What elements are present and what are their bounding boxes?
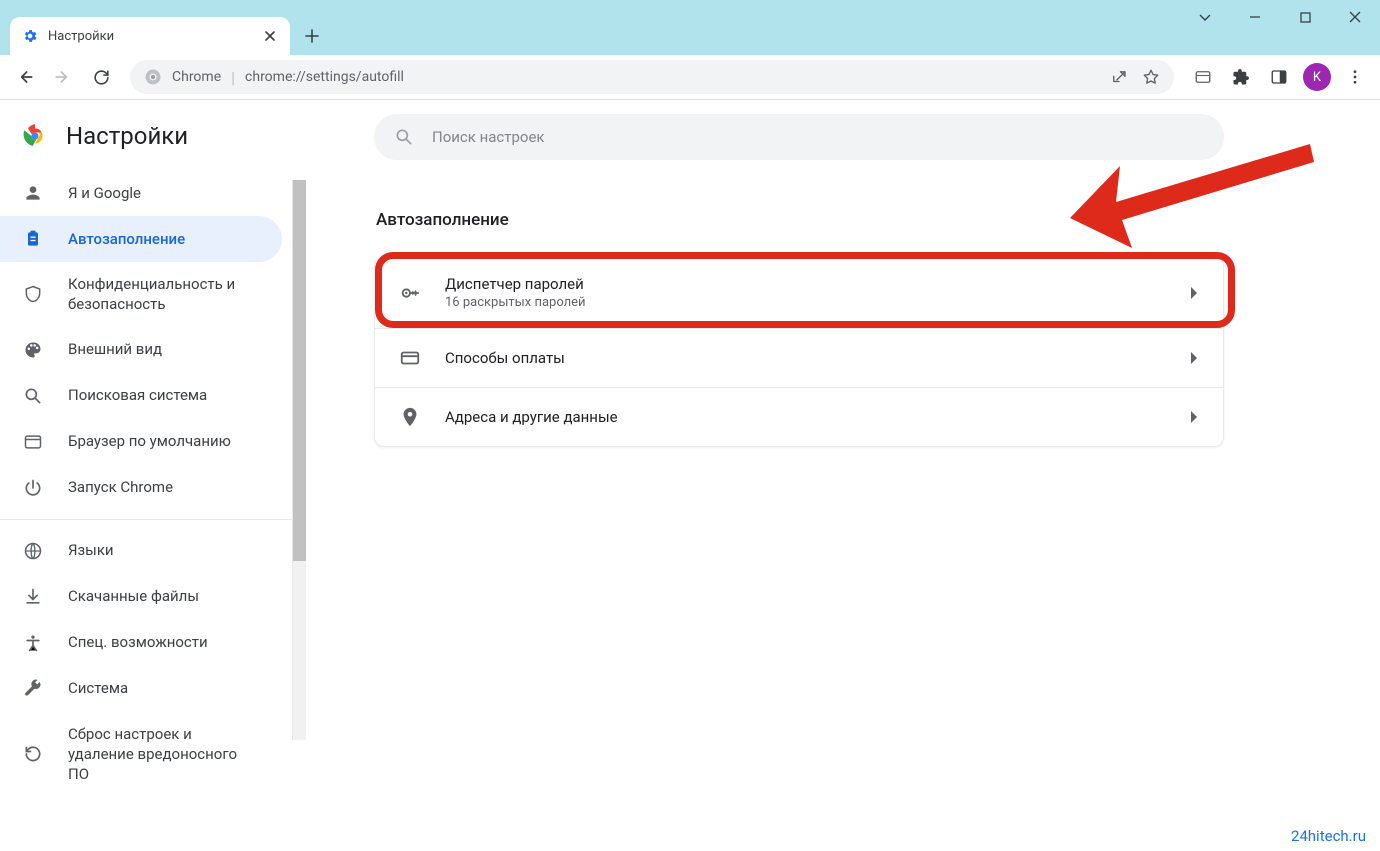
credit-card-icon (399, 347, 421, 369)
extensions-icon[interactable] (1224, 60, 1258, 94)
omnibox-separator: | (231, 68, 235, 87)
wrench-icon (22, 678, 44, 700)
settings-search[interactable] (374, 114, 1224, 160)
location-icon (399, 406, 421, 428)
menu-icon[interactable] (1338, 60, 1372, 94)
sidebar-item-autofill[interactable]: Автозаполнение (0, 216, 282, 262)
sidebar-item-label: Браузер по умолчанию (68, 431, 231, 451)
search-icon (394, 127, 414, 147)
sidebar-item-downloads[interactable]: Скачанные файлы (0, 574, 282, 620)
window-icon (22, 431, 44, 453)
scrollbar-thumb[interactable] (293, 180, 306, 561)
card-row-addresses[interactable]: Адреса и другие данные (375, 387, 1223, 446)
card-row-payments[interactable]: Способы оплаты (375, 328, 1223, 387)
sidebar-item-system[interactable]: Система (0, 666, 282, 712)
search-input[interactable] (432, 128, 1204, 146)
globe-icon (22, 540, 44, 562)
toolbar: Chrome | chrome://settings/autofill K (0, 55, 1380, 100)
share-icon[interactable] (1110, 68, 1128, 86)
main-content: Автозаполнение Диспетчер паролей 16 раск… (306, 100, 1380, 851)
sidebar-scrollbar[interactable] (292, 180, 306, 740)
browser-tab[interactable]: Настройки (10, 17, 290, 55)
sidepanel-icon[interactable] (1262, 60, 1296, 94)
back-button[interactable] (8, 60, 42, 94)
card-row-subtitle: 16 раскрытых паролей (445, 295, 1165, 310)
omnibox[interactable]: Chrome | chrome://settings/autofill (130, 60, 1174, 94)
close-button[interactable] (1330, 0, 1380, 34)
omnibox-prefix: Chrome (172, 69, 221, 85)
close-icon[interactable] (262, 28, 278, 44)
key-icon (399, 282, 421, 304)
sidebar-divider (0, 519, 292, 520)
sidebar-item-label: Конфиденциальность и безопасность (68, 274, 260, 315)
section-heading: Автозаполнение (376, 210, 1300, 230)
profile-avatar[interactable]: K (1300, 60, 1334, 94)
sidebar-item-label: Сброс настроек и удаление вредоносного П… (68, 724, 260, 785)
card-row-title: Способы оплаты (445, 349, 1165, 367)
sidebar-item-label: Спец. возможности (68, 632, 208, 652)
sidebar-item-search-engine[interactable]: Поисковая система (0, 373, 282, 419)
watermark: 24hitech.ru (1291, 827, 1366, 845)
sidebar-item-label: Запуск Chrome (68, 477, 173, 497)
translate-icon[interactable] (1186, 60, 1220, 94)
sidebar-item-label: Внешний вид (68, 339, 162, 359)
omnibox-url: chrome://settings/autofill (245, 69, 404, 85)
restore-icon (22, 743, 44, 765)
download-icon (22, 586, 44, 608)
user-icon (22, 182, 44, 204)
chrome-logo-icon (22, 123, 48, 149)
chevron-right-icon (1189, 351, 1199, 365)
chevron-right-icon (1189, 410, 1199, 424)
sidebar-title: Настройки (66, 122, 188, 150)
avatar-letter: K (1303, 63, 1331, 91)
sidebar-item-default-browser[interactable]: Браузер по умолчанию (0, 419, 282, 465)
chevron-down-icon[interactable] (1180, 0, 1230, 34)
sidebar-item-you-and-google[interactable]: Я и Google (0, 170, 282, 216)
sidebar-item-label: Система (68, 678, 128, 698)
sidebar-item-label: Автозаполнение (68, 229, 185, 249)
gear-icon (22, 28, 38, 44)
sidebar: Настройки Я и Google Автозаполнение Конф… (0, 100, 292, 796)
minimize-button[interactable] (1230, 0, 1280, 34)
sidebar-item-on-startup[interactable]: Запуск Chrome (0, 465, 282, 511)
chevron-right-icon (1189, 286, 1199, 300)
window-controls (1180, 0, 1380, 34)
titlebar: Настройки (0, 0, 1380, 55)
maximize-button[interactable] (1280, 0, 1330, 34)
sidebar-item-label: Поисковая система (68, 385, 207, 405)
search-icon (22, 385, 44, 407)
card-row-title: Адреса и другие данные (445, 408, 1165, 426)
tab-title: Настройки (48, 29, 252, 44)
reload-button[interactable] (84, 60, 118, 94)
sidebar-item-accessibility[interactable]: Спец. возможности (0, 620, 282, 666)
card-row-passwords[interactable]: Диспетчер паролей 16 раскрытых паролей (375, 257, 1223, 328)
card-row-title: Диспетчер паролей (445, 275, 1165, 293)
sidebar-header: Настройки (0, 122, 292, 150)
palette-icon (22, 339, 44, 361)
sidebar-item-languages[interactable]: Языки (0, 528, 282, 574)
power-icon (22, 477, 44, 499)
sidebar-item-appearance[interactable]: Внешний вид (0, 327, 282, 373)
sidebar-item-label: Скачанные файлы (68, 586, 199, 606)
accessibility-icon (22, 632, 44, 654)
sidebar-item-reset[interactable]: Сброс настроек и удаление вредоносного П… (0, 712, 282, 797)
autofill-card: Диспетчер паролей 16 раскрытых паролей С… (374, 256, 1224, 447)
sidebar-item-label: Я и Google (68, 183, 141, 203)
forward-button[interactable] (46, 60, 80, 94)
sidebar-item-privacy[interactable]: Конфиденциальность и безопасность (0, 262, 282, 327)
shield-icon (22, 283, 44, 305)
sidebar-item-label: Языки (68, 540, 114, 560)
star-icon[interactable] (1142, 68, 1160, 86)
chrome-icon (144, 68, 162, 86)
new-tab-button[interactable] (296, 20, 328, 52)
clipboard-icon (22, 228, 44, 250)
